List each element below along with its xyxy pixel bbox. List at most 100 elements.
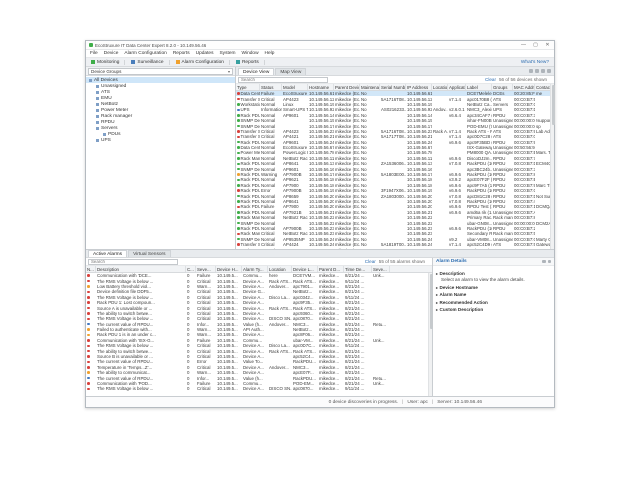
perspective-reports[interactable]: Reports	[234, 60, 265, 65]
minimize-icon[interactable]: —	[520, 43, 527, 48]
section-recommended-action[interactable]: ▸Recommended Action	[436, 300, 551, 305]
col-n[interactable]: N...	[86, 266, 96, 272]
col-description[interactable]: Description	[96, 266, 186, 272]
alarm-search-input[interactable]	[88, 259, 178, 265]
tab-virtual-sensors[interactable]: Virtual Sensors	[128, 250, 170, 257]
section-alarm-name[interactable]: ▸Alarm Name	[436, 292, 551, 297]
close-icon[interactable]: ✕	[544, 43, 551, 48]
device-clear-button[interactable]: Clear	[485, 77, 496, 82]
table-row[interactable]: Transfer Swi...CriticalAP442310.149.56.2…	[236, 129, 554, 134]
device-table-scrollbar[interactable]	[550, 84, 554, 249]
alarm-table-scrollbar[interactable]	[428, 273, 432, 396]
menu-help[interactable]: Help	[265, 51, 275, 56]
cell: Secondary R...	[466, 231, 492, 236]
alarm-row[interactable]: Communication with 'ISX-G...0Failure10.1…	[86, 338, 432, 343]
col-alarm-ty[interactable]: Alarm Ty...	[242, 266, 268, 272]
tab-map-view[interactable]: Map View	[275, 68, 306, 75]
alarm-row[interactable]: Communication with 'DCE...0Failure10.149…	[86, 273, 432, 278]
settings-icon[interactable]	[547, 69, 551, 73]
scrollbar-thumb[interactable]	[552, 85, 555, 125]
section-description[interactable]: ▸Description	[436, 271, 551, 276]
col-location[interactable]: Location	[268, 266, 292, 272]
col-serial-number[interactable]: Serial Number	[380, 84, 406, 90]
table-row[interactable]: Rack PDUNormalAP864110.149.56.131mikedce…	[236, 161, 554, 166]
col-contact-na[interactable]: Contact Na...	[535, 84, 551, 90]
table-row[interactable]: Rack PDUNormalAP961710.149.56.252mikedce…	[236, 247, 554, 249]
cell: Value To...	[242, 359, 268, 364]
cell: Rack PDU	[236, 248, 260, 249]
perspective-alarm-configuration[interactable]: Alarm Configuration	[174, 60, 230, 65]
pin-icon[interactable]	[542, 260, 546, 264]
col-label[interactable]: Label	[466, 84, 492, 90]
refresh-icon[interactable]	[541, 69, 545, 73]
columns-icon[interactable]	[535, 69, 539, 73]
scrollbar-thumb[interactable]	[430, 274, 433, 329]
col-maintenan[interactable]: Maintenan...	[360, 84, 380, 90]
cell: ATS	[492, 134, 513, 139]
col-c[interactable]: C...	[186, 266, 196, 272]
maximize-icon[interactable]: ▢	[532, 43, 539, 48]
cell: AP9601	[282, 167, 308, 172]
menu-file[interactable]: File	[90, 51, 98, 56]
menu-device[interactable]: Device	[104, 51, 119, 56]
menu-system[interactable]: System	[219, 51, 235, 56]
col-applicatio[interactable]: Applicatio...	[448, 84, 466, 90]
menu-reports[interactable]: Reports	[173, 51, 190, 56]
alarm-row[interactable]: Communication with 'POD...0Failure10.149…	[86, 381, 432, 386]
cell: amd6a rik (1...	[466, 210, 492, 215]
table-row[interactable]: UPSInformationalSmart-UPS T...10.149.56.…	[236, 107, 554, 112]
tree-item-label: Power Meter	[101, 108, 128, 113]
table-row[interactable]: Rack PDUErrorAP7900B10.149.56.196mikedce…	[236, 188, 554, 193]
cell: The ability to switch betwe...	[96, 311, 186, 316]
tab-device-view[interactable]: Device View	[238, 68, 274, 75]
table-row[interactable]: Transfer Swi...CriticalAP442110.149.56.2…	[236, 134, 554, 139]
alarm-row[interactable]: The current value of RPDU...0Infor...10.…	[86, 375, 432, 380]
cell: mikedce...	[318, 284, 344, 289]
col-model[interactable]: Model	[282, 84, 308, 90]
tree-item-ups[interactable]: UPS	[86, 137, 235, 143]
table-row[interactable]: Rack PDUWarningAP7900B10.149.56.170miked…	[236, 172, 554, 177]
cell: Unassigned	[492, 237, 513, 242]
col-status[interactable]: Status	[260, 84, 282, 90]
menu-updates[interactable]: Updates	[196, 51, 214, 56]
menu-alarm-configuration[interactable]: Alarm Configuration	[124, 51, 166, 56]
section-custom-description[interactable]: ▸Custom Description	[436, 307, 551, 312]
col-device-l[interactable]: Device L...	[292, 266, 318, 272]
col-ip-address[interactable]: IP Address	[406, 84, 432, 90]
col-type[interactable]: Type	[236, 84, 260, 90]
col-groups[interactable]: Groups	[492, 84, 513, 90]
alarm-clear-button[interactable]: Clear	[365, 259, 376, 264]
col-mac-address[interactable]: MAC Address	[513, 84, 535, 90]
alarm-row[interactable]: The current value of RPDU...0Infor...10.…	[86, 322, 432, 327]
perspective-surveillance[interactable]: Surveillance	[129, 60, 169, 65]
cell: Rack ATS...	[292, 279, 318, 284]
export-icon[interactable]	[529, 69, 533, 73]
col-seve[interactable]: Seve...	[372, 266, 390, 272]
cell: mikedce (Ec...	[334, 91, 360, 96]
device-search-input[interactable]	[238, 77, 328, 83]
tab-active-alarms[interactable]: Active Alarms	[88, 250, 127, 257]
section-device-hostname[interactable]: ▸Device Hostname	[436, 285, 551, 290]
col-parent-d[interactable]: Parent D...	[318, 266, 344, 272]
col-hostname[interactable]: Hostname	[308, 84, 334, 90]
whats-new-link[interactable]: What's New?	[521, 60, 551, 65]
col-location[interactable]: Location	[432, 84, 448, 90]
folder-icon	[96, 91, 99, 94]
col-seve[interactable]: Seve...	[196, 266, 216, 272]
collapse-icon[interactable]	[548, 260, 552, 264]
col-parent-device[interactable]: Parent Device	[334, 84, 360, 90]
table-row[interactable]: Transfer Swi...CriticalAP442310.149.56.1…	[236, 96, 554, 101]
cell: mikedce (Ec...	[334, 129, 360, 134]
menu-window[interactable]: Window	[241, 51, 258, 56]
col-device-h[interactable]: Device H...	[216, 266, 242, 272]
device-groups-selector[interactable]: Device Groups ▾	[88, 68, 233, 75]
tree-item-label: EMU	[101, 96, 112, 101]
table-row[interactable]: Transfer Swi...CriticalAP442410.149.56.2…	[236, 242, 554, 247]
col-time-de[interactable]: Time De...	[344, 266, 372, 272]
alarm-row[interactable]: The RMS Voltage is below ...0Critical10.…	[86, 386, 432, 391]
table-row[interactable]: Rack PDUNormalAP865910.149.56.201mikedce…	[236, 193, 554, 198]
perspective-monitoring[interactable]: Monitoring	[89, 60, 125, 65]
cell: mikedce...	[318, 386, 344, 391]
alarm-configuration-icon	[176, 60, 180, 64]
cell: 0	[186, 354, 196, 359]
